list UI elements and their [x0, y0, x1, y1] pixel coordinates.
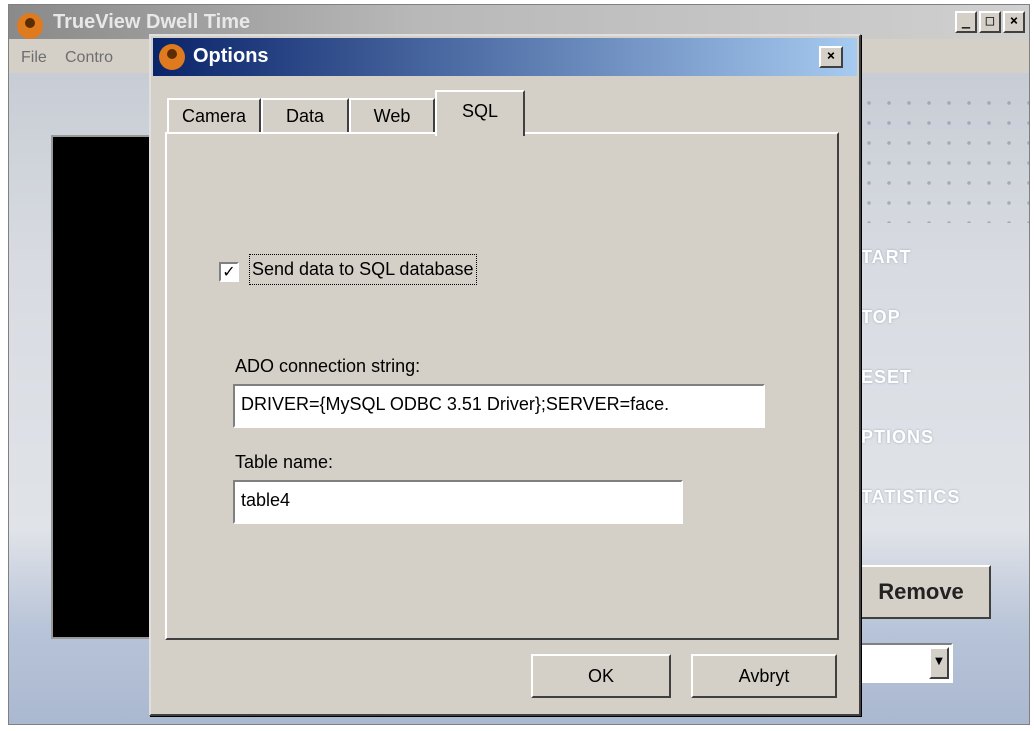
side-item-options[interactable]: PTIONS: [861, 427, 934, 448]
side-item-stop[interactable]: TOP: [861, 307, 901, 328]
tab-camera[interactable]: Camera: [167, 98, 261, 134]
send-sql-checkbox-label[interactable]: Send data to SQL database: [249, 254, 477, 285]
tab-web[interactable]: Web: [349, 98, 435, 134]
app-icon: [159, 44, 185, 70]
main-window-title: TrueView Dwell Time: [53, 11, 251, 33]
side-item-reset[interactable]: ESET: [861, 367, 912, 388]
options-dialog: Options × Camera Data Web SQL ✓ Send dat…: [149, 34, 861, 716]
menu-file[interactable]: File: [21, 49, 47, 67]
window-controls: _ □ ×: [955, 11, 1025, 33]
ok-button[interactable]: OK: [531, 654, 671, 698]
tab-sql[interactable]: SQL: [435, 90, 525, 136]
dialog-title: Options: [193, 45, 269, 67]
cancel-button[interactable]: Avbryt: [691, 654, 837, 698]
ado-connection-label: ADO connection string:: [235, 356, 421, 376]
side-item-statistics[interactable]: TATISTICS: [861, 487, 960, 508]
tab-data[interactable]: Data: [261, 98, 349, 134]
camera-select[interactable]: ▼: [851, 643, 953, 683]
ado-connection-input[interactable]: DRIVER={MySQL ODBC 3.51 Driver};SERVER=f…: [233, 384, 765, 428]
dialog-close-button[interactable]: ×: [819, 46, 843, 68]
chevron-down-icon[interactable]: ▼: [929, 647, 949, 679]
side-item-start[interactable]: TART: [861, 247, 912, 268]
remove-button[interactable]: Remove: [851, 565, 991, 619]
minimize-button[interactable]: _: [955, 11, 977, 33]
sql-tab-panel: ✓ Send data to SQL database ADO connecti…: [165, 132, 839, 640]
app-icon: [17, 13, 43, 39]
table-name-label: Table name:: [235, 452, 334, 472]
menu-control[interactable]: Contro: [65, 49, 113, 67]
send-sql-checkbox[interactable]: ✓: [219, 262, 239, 282]
dialog-title-bar: Options ×: [153, 38, 857, 76]
close-button[interactable]: ×: [1003, 11, 1025, 33]
table-name-input[interactable]: table4: [233, 480, 683, 524]
decorative-dots: [859, 93, 1029, 223]
maximize-button[interactable]: □: [979, 11, 1001, 33]
